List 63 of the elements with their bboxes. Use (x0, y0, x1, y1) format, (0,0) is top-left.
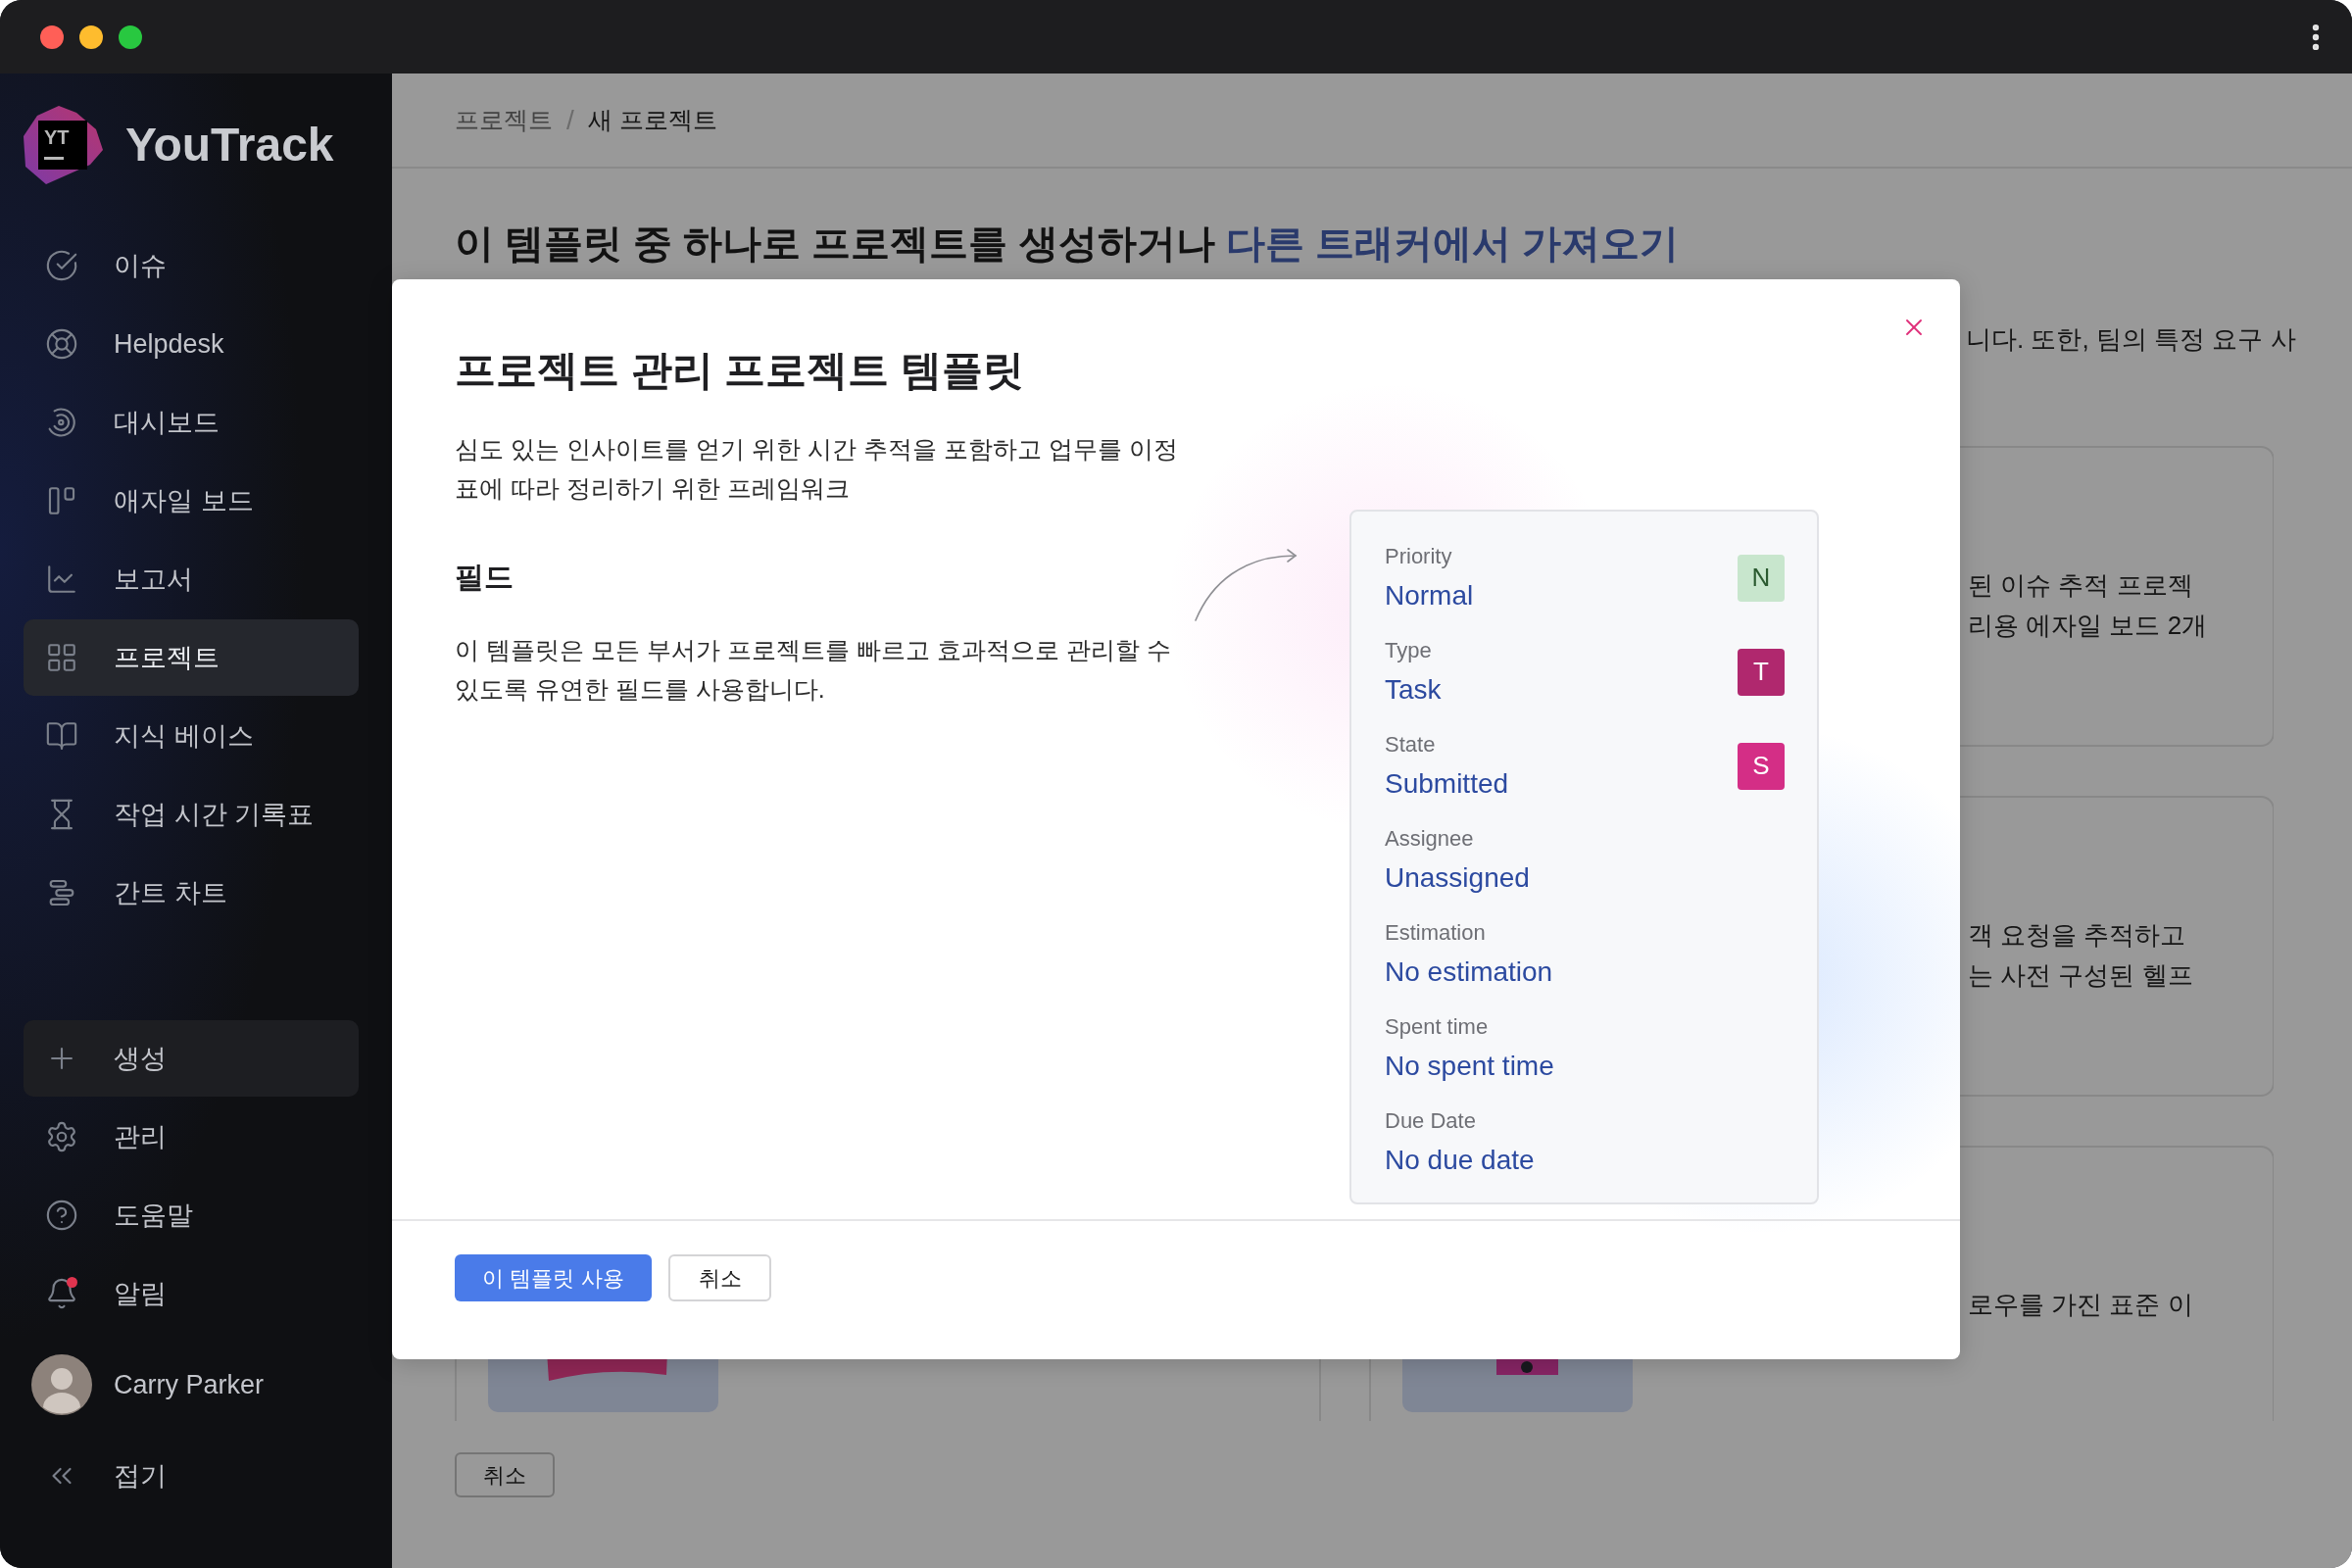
help-icon (45, 1199, 78, 1232)
app-name: YouTrack (125, 122, 334, 169)
sidebar-item[interactable]: 지식 베이스 (24, 698, 359, 774)
maximize-window-button[interactable] (119, 24, 142, 49)
card-description-line: 리용 에자일 보드 2개 (1968, 609, 2208, 642)
sidebar-item[interactable]: 보고서 (24, 541, 359, 617)
field-label: Spent time (1385, 1013, 1490, 1041)
avatar-icon (31, 1354, 92, 1415)
dialog-title: 프로젝트 관리 프로젝트 템플릿 (455, 346, 1025, 395)
import-link[interactable]: 다른 트래커에서 가져오기 (1225, 221, 1679, 265)
value-badge: S (1738, 742, 1785, 790)
sidebar-item[interactable]: Helpdesk (24, 306, 359, 382)
dialog-description: 심도 있는 인사이트를 얻기 위한 시간 추적을 포함하고 업무를 이정표에 따라 정리하기 위한 프레임워크 (455, 434, 1179, 504)
field-value: Submitted (1385, 767, 1509, 801)
check-circle-icon (45, 249, 78, 282)
sidebar-item[interactable]: 이슈 (24, 227, 359, 304)
collapse-button[interactable]: 접기 (24, 1438, 359, 1514)
bell-icon (45, 1277, 78, 1310)
create-button[interactable]: 생성 (24, 1020, 359, 1097)
sidebar-item[interactable]: 알림 (24, 1255, 359, 1332)
cancel-button[interactable]: 취소 (455, 1452, 555, 1497)
sidebar-item[interactable]: 대시보드 (24, 384, 359, 461)
field-label: Priority (1385, 543, 1453, 570)
field-value: No due date (1385, 1144, 1535, 1177)
settings-icon (45, 1120, 78, 1153)
card-description-line: 된 이슈 추적 프로젝 (1968, 568, 2194, 602)
sidebar-item[interactable]: 애자일 보드 (24, 463, 359, 539)
sidebar-item[interactable]: 작업 시간 기록표 (24, 776, 359, 853)
card-description-line: 는 사전 구성된 헬프 (1968, 958, 2193, 992)
book-icon (45, 719, 78, 753)
field-value: No estimation (1385, 956, 1553, 989)
user-profile[interactable]: Carry Parker (24, 1347, 359, 1423)
field-value: Unassigned (1385, 861, 1530, 895)
minimize-window-button[interactable] (79, 24, 103, 49)
sidebar-item[interactable]: 프로젝트 (24, 619, 359, 696)
breadcrumb-separator: / (566, 103, 574, 137)
logo-mark: YT (38, 121, 87, 170)
value-badge: N (1738, 554, 1785, 602)
lifebuoy-icon (45, 327, 78, 361)
sidebar-item[interactable]: 관리 (24, 1099, 359, 1175)
use-template-button[interactable]: 이 템플릿 사용 (455, 1254, 652, 1301)
field-value: No spent time (1385, 1050, 1554, 1083)
close-window-button[interactable] (40, 24, 64, 49)
fields-description: 이 템플릿은 모든 부서가 프로젝트를 빠르고 효과적으로 관리할 수 있도록 유연한 필드를 사용합니다. (455, 635, 1172, 705)
card-description-line: 로우를 가진 표준 이 (1968, 1289, 2193, 1321)
fields-heading: 필드 (455, 560, 514, 595)
card-description-line: 객 요청을 추적하고 (1968, 918, 2187, 952)
sidebar-item[interactable]: 도움말 (24, 1177, 359, 1253)
grid-icon (45, 641, 78, 674)
field-label: Type (1385, 637, 1433, 664)
value-badge: T (1738, 648, 1785, 696)
line-chart-icon (45, 563, 78, 596)
field-label: State (1385, 731, 1437, 759)
field-label: Estimation (1385, 919, 1487, 947)
field-label: Assignee (1385, 825, 1475, 853)
breadcrumb-link[interactable]: 새 프로젝트 (587, 101, 717, 139)
sidebar-item[interactable]: 간트 차트 (24, 855, 359, 931)
cancel-button[interactable]: 취소 (668, 1254, 771, 1301)
field-label: Due Date (1385, 1107, 1477, 1135)
field-value: Normal (1385, 579, 1474, 612)
page-title: 이 템플릿 중 하나로 프로젝트를 생성하거나 다른 트래커에서 가져오기 (455, 220, 1680, 267)
intro-text: 니다. 또한, 팀의 특정 요구 사 (1966, 324, 2296, 354)
field-value: Task (1385, 673, 1442, 707)
